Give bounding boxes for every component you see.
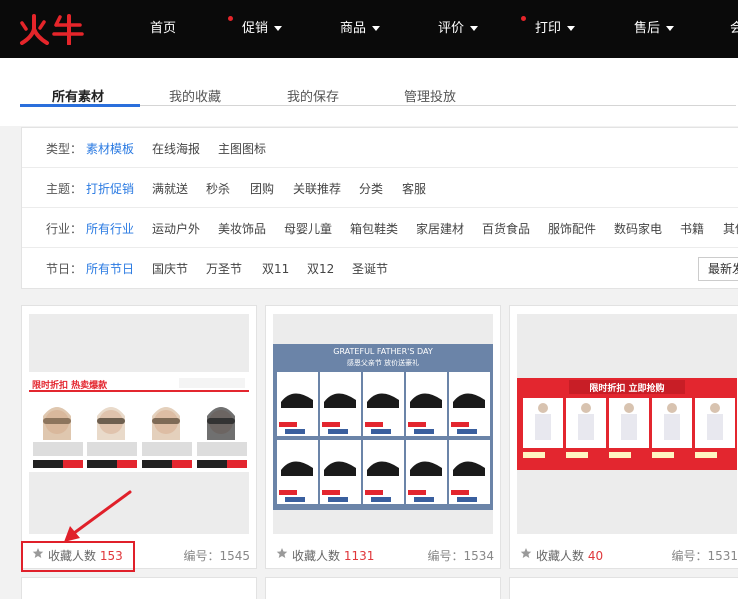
favorite-count-value: 1131 — [343, 549, 375, 563]
active-tab-indicator — [20, 104, 140, 107]
template-card[interactable]: GRATEFUL FATHER'S DAY 感恩父亲节 放价送豪礼 收藏人数 1… — [265, 305, 501, 569]
nav-home[interactable]: 首页 — [150, 0, 176, 58]
tab-all-materials[interactable]: 所有素材 — [52, 86, 104, 105]
filter-option[interactable]: 满就送 — [152, 180, 188, 197]
filter-option[interactable]: 双11 — [262, 260, 289, 277]
favorite-count: 收藏人数 40 — [536, 547, 603, 564]
favorite-count-value: 40 — [587, 549, 604, 563]
star-icon[interactable] — [520, 547, 532, 559]
filter-option[interactable]: 美妆饰品 — [218, 220, 266, 237]
chevron-down-icon — [274, 26, 283, 31]
tab-my-saved[interactable]: 我的保存 — [287, 86, 339, 105]
template-thumbnail[interactable]: 限时折扣 立即抢购 — [517, 314, 737, 534]
chevron-down-icon — [567, 26, 576, 31]
star-icon[interactable] — [276, 547, 288, 559]
nav-promo-label: 促销 — [242, 21, 269, 36]
filter-option[interactable]: 客服 — [402, 180, 426, 197]
filter-option[interactable]: 团购 — [250, 180, 274, 197]
filter-option[interactable]: 所有节日 — [86, 260, 134, 277]
filter-option[interactable]: 书籍 — [680, 220, 704, 237]
sort-newest-button[interactable]: 最新发布 — [698, 257, 738, 281]
template-card[interactable]: 限时折扣 立即抢购 收藏人数 40 编号：1531 — [509, 305, 738, 569]
tab-manage-delivery[interactable]: 管理投放 — [404, 86, 456, 105]
filter-option[interactable]: 运动户外 — [152, 220, 200, 237]
filter-option[interactable]: 家居建材 — [416, 220, 464, 237]
filter-option[interactable]: 数码家电 — [614, 220, 662, 237]
filter-option[interactable]: 圣诞节 — [352, 260, 388, 277]
filter-option[interactable]: 素材模板 — [86, 140, 134, 157]
thumbnail-banner-title: 限时折扣 热卖爆款 — [32, 381, 108, 391]
filter-option[interactable]: 箱包鞋类 — [350, 220, 398, 237]
nav-home-label: 首页 — [150, 21, 177, 36]
template-serial: 编号：1534 — [427, 549, 494, 563]
filter-option[interactable]: 百货食品 — [482, 220, 530, 237]
filter-option[interactable]: 其他 — [723, 220, 738, 237]
thumbnail-banner-title: 限时折扣 立即抢购 — [589, 384, 665, 394]
nav-print-label: 打印 — [535, 21, 562, 36]
filter-option[interactable]: 秒杀 — [206, 180, 230, 197]
filter-option[interactable]: 双12 — [307, 260, 334, 277]
filter-option[interactable]: 在线海报 — [152, 140, 200, 157]
filter-label-theme: 主题： — [46, 182, 83, 196]
brand-logo[interactable] — [18, 12, 84, 46]
nav-print-dot — [521, 16, 526, 21]
thumbnail-image — [517, 378, 737, 470]
card-footer: 收藏人数 40 编号：1531 — [510, 544, 738, 566]
favorite-count: 收藏人数 1131 — [292, 547, 374, 564]
nav-print[interactable]: 打印 — [535, 0, 576, 58]
nav-member[interactable]: 会 — [730, 0, 738, 58]
favorite-label: 收藏人数 — [536, 549, 585, 563]
template-card[interactable] — [265, 577, 501, 599]
filter-option[interactable]: 国庆节 — [152, 260, 188, 277]
nav-aftersale-label: 售后 — [634, 21, 661, 36]
thumbnail-header-en: GRATEFUL FATHER'S DAY — [333, 347, 433, 356]
template-serial: 编号：1531 — [671, 549, 738, 563]
filter-option[interactable]: 服饰配件 — [548, 220, 596, 237]
filter-option[interactable]: 母婴儿童 — [284, 220, 332, 237]
annotation-arrow-icon — [64, 490, 132, 542]
material-tabs: 所有素材 我的收藏 我的保存 管理投放 — [0, 58, 738, 126]
filter-row-type: 类型： 素材模板 在线海报 主图图标 — [22, 128, 738, 168]
card-footer: 收藏人数 1131 编号：1534 — [266, 544, 502, 566]
template-card[interactable] — [509, 577, 738, 599]
thumbnail-header-cn: 感恩父亲节 放价送豪礼 — [346, 359, 420, 367]
template-card[interactable] — [21, 577, 257, 599]
filter-option[interactable]: 分类 — [359, 180, 383, 197]
filter-option[interactable]: 所有行业 — [86, 220, 134, 237]
nav-member-label: 会 — [730, 21, 738, 36]
nav-products-label: 商品 — [340, 21, 367, 36]
top-navbar: 首页 促销 商品 评价 打印 售后 会 — [0, 0, 738, 58]
filter-label-festival: 节日： — [46, 262, 83, 276]
chevron-down-icon — [470, 26, 479, 31]
filter-option[interactable]: 万圣节 — [206, 260, 242, 277]
nav-aftersale[interactable]: 售后 — [634, 0, 675, 58]
favorite-label: 收藏人数 — [292, 549, 341, 563]
filter-option[interactable]: 主图图标 — [218, 140, 266, 157]
chevron-down-icon — [666, 26, 675, 31]
chevron-down-icon — [372, 26, 381, 31]
filter-row-industry: 行业： 所有行业 运动户外 美妆饰品 母婴儿童 箱包鞋类 家居建材 百货食品 服… — [22, 208, 738, 248]
filter-option[interactable]: 打折促销 — [86, 180, 134, 197]
filter-option[interactable]: 关联推荐 — [293, 180, 341, 197]
nav-promo[interactable]: 促销 — [242, 0, 283, 58]
filter-label-type: 类型： — [46, 142, 83, 156]
nav-reviews[interactable]: 评价 — [438, 0, 479, 58]
filter-row-theme: 主题： 打折促销 满就送 秒杀 团购 关联推荐 分类 客服 — [22, 168, 738, 208]
nav-products[interactable]: 商品 — [340, 0, 381, 58]
nav-promo-dot — [228, 16, 233, 21]
filter-label-industry: 行业： — [46, 222, 83, 236]
brand-logo-mark — [20, 14, 84, 45]
filter-panel: 类型： 素材模板 在线海报 主图图标 主题： 打折促销 满就送 秒杀 团购 关联… — [21, 127, 738, 289]
tab-my-favorites[interactable]: 我的收藏 — [169, 86, 221, 105]
template-thumbnail[interactable]: GRATEFUL FATHER'S DAY 感恩父亲节 放价送豪礼 — [273, 314, 493, 534]
filter-row-festival: 节日： 所有节日 国庆节 万圣节 双11 双12 圣诞节 最新发布 — [22, 248, 738, 288]
template-serial: 编号：1545 — [183, 549, 250, 563]
nav-reviews-label: 评价 — [438, 21, 465, 36]
